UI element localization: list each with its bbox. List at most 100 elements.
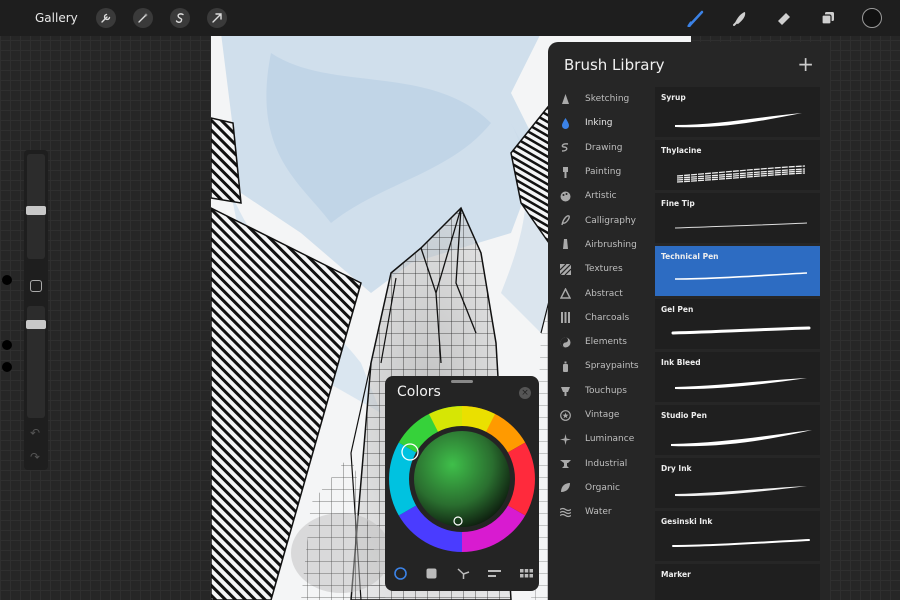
category-charcoals[interactable]: Charcoals xyxy=(556,306,656,330)
category-organic[interactable]: Organic xyxy=(556,476,656,500)
redo-icon[interactable]: ↷ xyxy=(30,450,40,464)
category-vintage[interactable]: Vintage xyxy=(556,403,656,427)
brush-dry-ink[interactable]: Dry Ink xyxy=(655,458,820,508)
brush-marker[interactable]: Marker xyxy=(655,564,820,600)
category-water[interactable]: Water xyxy=(556,500,656,524)
classic-square-icon xyxy=(426,568,437,578)
brush-syrup[interactable]: Syrup xyxy=(655,87,820,137)
add-brush-button[interactable]: + xyxy=(797,52,814,76)
brush-category-list: Sketching Inking Drawing Painting Artist… xyxy=(556,87,656,524)
category-drawing[interactable]: Drawing xyxy=(556,136,656,160)
brush-ink-bleed[interactable]: Ink Bleed xyxy=(655,352,820,402)
brush-technical-pen[interactable]: Technical Pen xyxy=(655,246,820,296)
opacity-slider[interactable] xyxy=(26,306,46,418)
eraser-tool-button[interactable] xyxy=(774,8,794,28)
selection-s-icon xyxy=(175,13,184,23)
saturation-disc[interactable] xyxy=(414,431,510,527)
value-sliders-icon xyxy=(488,569,501,577)
colors-drag-handle[interactable] xyxy=(451,380,473,383)
category-spraypaints[interactable]: Spraypaints xyxy=(556,354,656,378)
smudge-icon xyxy=(733,12,746,26)
brush-thylacine[interactable]: Thylacine xyxy=(655,140,820,190)
actions-button[interactable] xyxy=(95,8,116,28)
disc-tab[interactable] xyxy=(393,566,407,580)
smudge-tool-button[interactable] xyxy=(730,8,750,28)
brush-fine-tip[interactable]: Fine Tip xyxy=(655,193,820,243)
category-airbrushing[interactable]: Airbrushing xyxy=(556,233,656,257)
sparkle-icon xyxy=(559,433,571,445)
brush-stroke-preview xyxy=(674,222,808,229)
edge-dot xyxy=(2,362,12,372)
selection-button[interactable] xyxy=(169,8,190,28)
value-tab[interactable] xyxy=(488,566,502,580)
charcoal-icon xyxy=(560,312,570,324)
colors-close-button[interactable]: × xyxy=(519,387,531,399)
edge-dot xyxy=(2,340,12,350)
calligraphy-icon xyxy=(560,215,570,226)
category-calligraphy[interactable]: Calligraphy xyxy=(556,208,656,232)
airbrush-icon xyxy=(562,239,568,250)
harmony-tab[interactable] xyxy=(456,566,470,580)
palettes-tab[interactable] xyxy=(519,566,533,580)
brush-list: Syrup Thylacine Fine Tip Technical Pen G… xyxy=(655,87,820,600)
spray-can-icon xyxy=(562,361,568,372)
leaf-icon xyxy=(560,483,570,493)
layers-icon xyxy=(821,12,834,25)
harmony-icon xyxy=(456,567,469,579)
brush-tool-button[interactable] xyxy=(686,8,706,28)
brush-size-thumb[interactable] xyxy=(26,206,46,215)
color-disc[interactable] xyxy=(389,406,535,552)
brush-stroke-preview xyxy=(675,113,802,128)
category-abstract[interactable]: Abstract xyxy=(556,281,656,305)
category-inking[interactable]: Inking xyxy=(556,111,656,135)
brush-size-slider[interactable] xyxy=(26,154,46,259)
brush-gel-pen[interactable]: Gel Pen xyxy=(655,299,820,349)
ink-drop-icon xyxy=(561,117,569,129)
category-luminance[interactable]: Luminance xyxy=(556,427,656,451)
paint-brush-icon xyxy=(562,166,568,178)
brush-gesinski-ink[interactable]: Gesinski Ink xyxy=(655,511,820,561)
eyedropper-button[interactable] xyxy=(30,280,42,292)
yin-yang-icon xyxy=(560,337,570,348)
brush-stroke-preview xyxy=(671,326,811,335)
anvil-icon xyxy=(559,460,571,469)
colors-panel: Colors × xyxy=(385,376,539,591)
touchup-icon xyxy=(560,387,570,397)
triangle-icon xyxy=(559,288,571,299)
magic-wand-icon xyxy=(138,13,148,23)
brush-studio-pen[interactable]: Studio Pen xyxy=(655,405,820,455)
brush-stroke-preview xyxy=(675,486,807,497)
undo-icon[interactable]: ↶ xyxy=(30,426,40,440)
disc-icon xyxy=(393,566,407,580)
left-sidebar: ↶ ↷ xyxy=(24,150,48,470)
palette-icon xyxy=(560,191,570,202)
category-elements[interactable]: Elements xyxy=(556,330,656,354)
colors-title: Colors xyxy=(397,384,441,400)
category-textures[interactable]: Textures xyxy=(556,257,656,281)
gallery-button[interactable]: Gallery xyxy=(35,11,78,25)
brush-library-title: Brush Library xyxy=(564,56,665,74)
color-picker-button[interactable] xyxy=(862,8,882,28)
active-color-swatch xyxy=(862,8,882,28)
texture-icon xyxy=(559,263,571,275)
waves-icon xyxy=(559,507,571,517)
squiggle-icon xyxy=(561,143,568,152)
category-sketching[interactable]: Sketching xyxy=(556,87,656,111)
opacity-thumb[interactable] xyxy=(26,320,46,329)
category-industrial[interactable]: Industrial xyxy=(556,451,656,475)
adjustments-button[interactable] xyxy=(132,8,153,28)
palettes-grid-icon xyxy=(519,568,533,577)
category-artistic[interactable]: Artistic xyxy=(556,184,656,208)
top-toolbar: Gallery xyxy=(0,0,900,36)
layers-button[interactable] xyxy=(818,8,838,28)
category-painting[interactable]: Painting xyxy=(556,160,656,184)
brush-library-panel: Brush Library + Sketching Inking Drawing… xyxy=(548,42,830,600)
eraser-icon xyxy=(778,13,790,25)
category-touchups[interactable]: Touchups xyxy=(556,379,656,403)
star-badge-icon xyxy=(559,409,571,421)
brush-stroke-preview xyxy=(676,165,806,183)
pencil-tip-icon xyxy=(561,93,569,104)
classic-tab[interactable] xyxy=(425,566,439,580)
transform-button[interactable] xyxy=(206,8,227,28)
brush-stroke-preview xyxy=(675,378,807,390)
